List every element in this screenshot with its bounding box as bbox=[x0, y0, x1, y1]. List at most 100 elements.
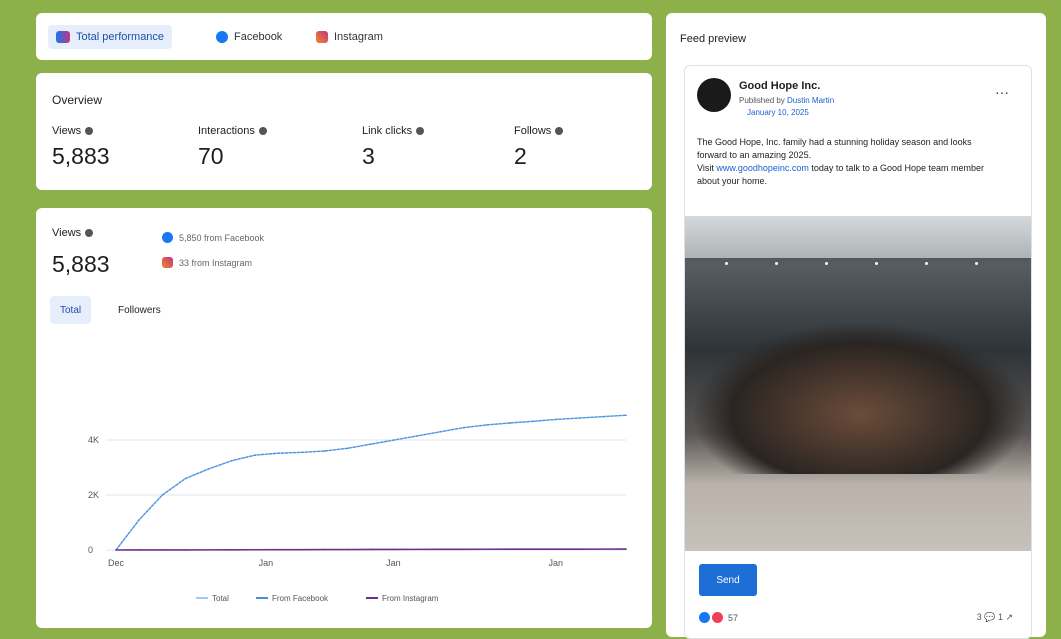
metric-link-clicks: Link clicks 3 bbox=[362, 125, 425, 170]
tab-total-performance[interactable]: Total performance bbox=[48, 25, 173, 49]
metric-value: 5,883 bbox=[52, 143, 110, 169]
info-icon[interactable] bbox=[258, 127, 267, 135]
data-point bbox=[439, 430, 442, 433]
facebook-icon bbox=[162, 232, 173, 243]
post-date[interactable]: January 10, 2025 bbox=[747, 108, 809, 117]
x-tick-label: Dec bbox=[108, 558, 125, 568]
metric-label: Views bbox=[52, 125, 82, 137]
more-options-icon[interactable]: ··· bbox=[995, 84, 1009, 100]
data-point bbox=[115, 549, 117, 551]
instagram-source: 33 from Instagram bbox=[162, 257, 252, 268]
views-line-chart: 0 2K 4K Dec Jan Jan Jan Total From Facebook Fro… bbox=[88, 414, 627, 603]
x-tick-label: Jan bbox=[386, 558, 401, 568]
data-point bbox=[184, 477, 187, 480]
post-photo bbox=[685, 216, 1031, 551]
x-tick-label: Jan bbox=[548, 558, 563, 568]
data-point bbox=[462, 426, 465, 429]
instagram-icon bbox=[162, 257, 173, 268]
data-point bbox=[207, 549, 210, 551]
data-point bbox=[578, 417, 581, 419]
legend-label: From Instagram bbox=[382, 594, 439, 603]
post-meta: Published by Dustin Martin bbox=[739, 96, 834, 105]
post-text-prefix: Visit bbox=[697, 163, 717, 173]
love-icon bbox=[712, 612, 723, 623]
metric-value: 3 bbox=[362, 143, 375, 169]
photo-ceiling bbox=[685, 216, 1031, 258]
data-point bbox=[277, 452, 280, 454]
performance-tabs: Total performance Facebook Instagram bbox=[36, 13, 652, 60]
y-tick-label: 4K bbox=[88, 435, 99, 445]
data-point bbox=[254, 548, 256, 551]
meta-prefix: Published by bbox=[739, 96, 788, 105]
legend-label: From Facebook bbox=[272, 594, 329, 603]
y-tick-label: 2K bbox=[88, 490, 99, 500]
comment-share-counts: 3 💬 1 ↗ bbox=[976, 612, 1013, 622]
views-value: 5,883 bbox=[52, 251, 110, 277]
feed-title: Feed preview bbox=[680, 33, 747, 45]
y-tick-label: 0 bbox=[88, 545, 93, 555]
photo-light bbox=[725, 262, 728, 265]
segment-total[interactable]: Total bbox=[50, 296, 92, 324]
data-point bbox=[555, 418, 558, 421]
data-point bbox=[532, 420, 535, 423]
post-text-line: The Good Hope, Inc. family had a stunnin… bbox=[697, 137, 972, 160]
data-point bbox=[555, 548, 558, 550]
photo-group bbox=[695, 324, 1025, 474]
views-label-text: Views bbox=[52, 227, 82, 239]
metric-follows: Follows 2 bbox=[514, 125, 564, 170]
segment-followers[interactable]: Followers bbox=[108, 296, 171, 324]
instagram-icon bbox=[316, 31, 328, 43]
facebook-source: 5,850 from Facebook bbox=[162, 232, 264, 243]
series-line bbox=[115, 414, 627, 551]
data-point bbox=[370, 548, 372, 551]
metric-label: Link clicks bbox=[362, 125, 413, 137]
reactions[interactable]: 57 bbox=[699, 612, 738, 623]
post-text: The Good Hope, Inc. family had a stunnin… bbox=[697, 136, 997, 188]
total-performance-icon bbox=[56, 31, 70, 43]
data-point bbox=[486, 548, 488, 551]
tab-instagram[interactable]: Instagram bbox=[308, 25, 391, 49]
data-point bbox=[254, 454, 256, 456]
data-point bbox=[323, 450, 326, 452]
page-name[interactable]: Good Hope Inc. bbox=[739, 80, 820, 92]
data-point bbox=[416, 435, 419, 437]
data-point bbox=[439, 548, 442, 551]
photo-light bbox=[975, 262, 978, 265]
send-button[interactable]: Send bbox=[699, 564, 757, 596]
data-point bbox=[138, 549, 140, 551]
info-icon[interactable] bbox=[416, 127, 425, 135]
y-axis-ticks: 0 2K 4K bbox=[88, 435, 99, 555]
photo-light bbox=[875, 262, 878, 265]
chart-legend: Total From Facebook From Instagram bbox=[196, 594, 439, 603]
metric-label: Follows bbox=[514, 125, 552, 137]
data-point bbox=[370, 443, 372, 445]
data-point bbox=[207, 468, 210, 470]
photo-light bbox=[925, 262, 928, 265]
data-point bbox=[323, 548, 326, 551]
source-text: 33 from Instagram bbox=[179, 257, 253, 268]
post-preview: Good Hope Inc. Published by Dustin Marti… bbox=[684, 65, 1032, 639]
metric-views: Views 5,883 bbox=[52, 125, 110, 170]
series-line bbox=[115, 414, 627, 551]
legend-label: Total bbox=[212, 594, 229, 603]
post-link[interactable]: www.goodhopeinc.com bbox=[716, 163, 809, 173]
data-point bbox=[347, 447, 349, 450]
tab-facebook[interactable]: Facebook bbox=[208, 25, 290, 49]
data-point bbox=[509, 422, 511, 424]
feed-preview-card: Feed preview Good Hope Inc. Published by… bbox=[666, 13, 1046, 639]
info-icon[interactable] bbox=[555, 127, 564, 135]
data-point bbox=[393, 439, 395, 441]
data-point bbox=[347, 548, 349, 551]
data-point bbox=[184, 549, 187, 551]
data-point bbox=[161, 549, 164, 551]
photo-light bbox=[825, 262, 828, 265]
overview-title: Overview bbox=[52, 93, 103, 107]
metric-value: 70 bbox=[198, 143, 224, 169]
data-point bbox=[277, 548, 280, 551]
info-icon[interactable] bbox=[85, 229, 94, 237]
info-icon[interactable] bbox=[85, 127, 94, 135]
author-link[interactable]: Dustin Martin bbox=[787, 96, 834, 105]
data-point bbox=[486, 424, 488, 426]
avatar[interactable] bbox=[697, 78, 731, 112]
data-point bbox=[602, 415, 604, 418]
